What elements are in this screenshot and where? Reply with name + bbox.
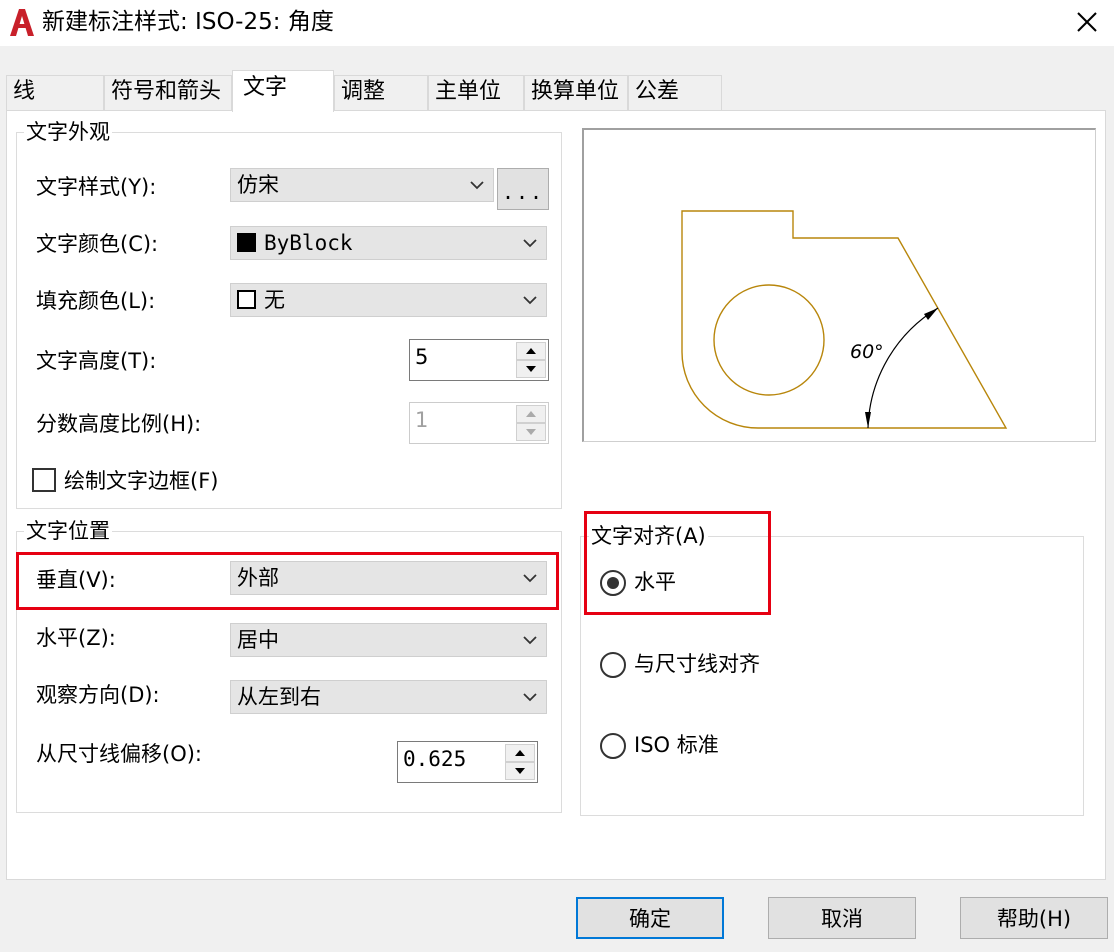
- fraction-scale-spinner: 1: [409, 402, 549, 444]
- preview-part-outline: [681, 210, 1008, 429]
- text-height-label: 文字高度(T):: [36, 349, 157, 373]
- view-direction-dropdown[interactable]: 从左到右: [230, 680, 547, 714]
- offset-label: 从尺寸线偏移(O):: [36, 742, 202, 766]
- offset-value: 0.625: [403, 747, 467, 771]
- arrow-down-icon: [526, 429, 536, 435]
- alignment-highlight-box: [584, 511, 771, 615]
- preview-hole: [713, 284, 825, 396]
- text-style-label: 文字样式(Y):: [36, 175, 157, 199]
- spin-down-button: [516, 423, 546, 441]
- text-height-value: 5: [415, 345, 429, 369]
- fraction-scale-value: 1: [415, 408, 429, 432]
- angle-dimension-preview: 60°: [681, 210, 1008, 429]
- cancel-button[interactable]: 取消: [768, 897, 916, 939]
- tab-fit[interactable]: 调整: [334, 75, 428, 110]
- fill-color-value: 无: [264, 288, 285, 312]
- arrow-up-icon: [515, 750, 525, 756]
- fill-color-dropdown[interactable]: 无: [230, 283, 547, 317]
- window-title: 新建标注样式: ISO-25: 角度: [42, 9, 334, 35]
- spin-up-button: [516, 405, 546, 423]
- help-button[interactable]: 帮助(H): [960, 897, 1108, 939]
- fill-color-label: 填充颜色(L):: [36, 289, 156, 313]
- tab-text[interactable]: 文字: [232, 70, 334, 112]
- tab-symbols-arrows[interactable]: 符号和箭头: [104, 75, 232, 110]
- arrow-down-icon: [515, 768, 525, 774]
- text-placement-title: 文字位置: [24, 518, 112, 544]
- preview-arrowhead: [924, 308, 938, 320]
- chevron-down-icon: [470, 181, 484, 190]
- align-iso-label: ISO 标准: [634, 733, 719, 757]
- tab-primary-units[interactable]: 主单位: [428, 75, 524, 110]
- view-direction-value: 从左到右: [237, 685, 321, 709]
- close-icon: [1077, 12, 1097, 32]
- preview-dimension-arc: [867, 307, 939, 429]
- draw-frame-label: 绘制文字边框(F): [64, 469, 219, 493]
- autocad-icon: [10, 9, 34, 36]
- text-color-dropdown[interactable]: ByBlock: [230, 226, 547, 260]
- horizontal-value: 居中: [237, 628, 279, 652]
- text-color-value: ByBlock: [264, 231, 353, 255]
- spin-down-button[interactable]: [505, 762, 535, 780]
- align-iso-radio[interactable]: [600, 733, 626, 759]
- chevron-down-icon: [523, 693, 537, 702]
- preview-angle-text: 60°: [850, 341, 884, 363]
- fraction-scale-label: 分数高度比例(H):: [36, 412, 202, 436]
- text-style-browse-button[interactable]: ...: [497, 168, 549, 210]
- color-swatch: [237, 233, 256, 252]
- arrow-up-icon: [526, 411, 536, 417]
- spin-up-button[interactable]: [516, 342, 546, 360]
- vertical-highlight-box: [16, 552, 559, 610]
- color-swatch: [237, 290, 256, 309]
- align-dimension-line-label: 与尺寸线对齐: [634, 652, 760, 676]
- preview-arrowhead: [865, 412, 871, 428]
- text-color-label: 文字颜色(C):: [36, 232, 159, 256]
- draw-frame-checkbox[interactable]: [32, 468, 56, 492]
- title-bar: 新建标注样式: ISO-25: 角度: [0, 0, 1114, 46]
- text-height-spinner[interactable]: 5: [409, 339, 549, 381]
- chevron-down-icon: [523, 636, 537, 645]
- text-appearance-title: 文字外观: [24, 119, 112, 145]
- tab-tolerances[interactable]: 公差: [628, 75, 722, 110]
- align-dimension-line-radio[interactable]: [600, 652, 626, 678]
- close-button[interactable]: [1066, 4, 1108, 40]
- text-style-dropdown[interactable]: 仿宋: [230, 168, 494, 202]
- preview-pane: 60°: [582, 128, 1096, 442]
- text-style-value: 仿宋: [237, 173, 279, 197]
- spin-down-button[interactable]: [516, 360, 546, 378]
- view-direction-label: 观察方向(D):: [36, 683, 160, 707]
- ok-button[interactable]: 确定: [576, 897, 724, 939]
- horizontal-dropdown[interactable]: 居中: [230, 623, 547, 657]
- arrow-up-icon: [526, 348, 536, 354]
- horizontal-label: 水平(Z):: [36, 626, 116, 650]
- chevron-down-icon: [523, 296, 537, 305]
- spin-up-button[interactable]: [505, 744, 535, 762]
- arrow-down-icon: [526, 366, 536, 372]
- tab-alternate-units[interactable]: 换算单位: [524, 75, 628, 110]
- offset-spinner[interactable]: 0.625: [397, 741, 538, 783]
- tab-lines[interactable]: 线: [6, 75, 104, 110]
- chevron-down-icon: [523, 239, 537, 248]
